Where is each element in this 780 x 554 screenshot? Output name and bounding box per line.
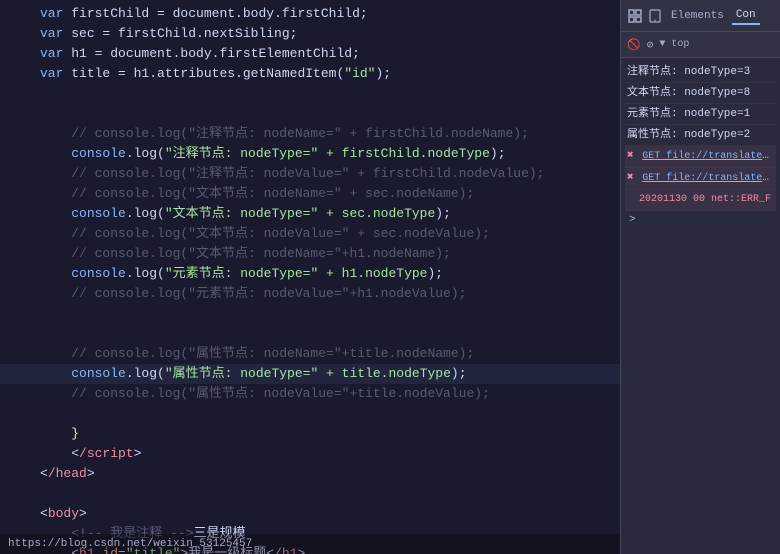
console-error-line-2: ✖ GET file://translate... [625,168,776,190]
line-content: <body> [40,504,612,524]
device-icon[interactable] [647,8,663,24]
line-content: // console.log("注释节点: nodeName=" + first… [40,124,612,144]
error-icon: ✖ [627,172,634,184]
line-content: // console.log("文本节点: nodeValue=" + sec.… [40,224,612,244]
prompt-symbol: > [629,214,636,226]
console-line: 注释节点: nodeType=3 [625,62,776,83]
line-content [40,104,612,124]
code-line: console.log("属性节点: nodeType=" + title.no… [0,364,620,384]
status-url: https://blog.csdn.net/weixin_53125457 [8,538,252,550]
console-prompt[interactable]: > [625,211,776,229]
code-line: console.log("注释节点: nodeType=" + firstChi… [0,144,620,164]
error-icon: ✖ [627,150,634,162]
line-content [40,304,612,324]
code-line [0,484,620,504]
code-line [0,324,620,344]
line-content: var h1 = document.body.firstElementChild… [40,44,612,64]
line-content: // console.log("元素节点: nodeValue="+h1.nod… [40,284,612,304]
console-error-line: ✖ GET file://translate... [625,146,776,168]
code-line: </script> [0,444,620,464]
line-content: // console.log("文本节点: nodeName="+h1.node… [40,244,612,264]
console-text: 元素节点: nodeType=1 [627,108,750,120]
code-line: var title = h1.attributes.getNamedItem("… [0,64,620,84]
line-content: var title = h1.attributes.getNamedItem("… [40,64,612,84]
tab-elements[interactable]: Elements [667,8,728,24]
code-line: </head> [0,464,620,484]
line-content: console.log("文本节点: nodeType=" + sec.node… [40,204,612,224]
tab-console[interactable]: Con [732,7,760,25]
line-content: </head> [40,464,612,484]
top-selector[interactable]: ▼ top [659,39,689,50]
line-content: // console.log("属性节点: nodeName="+title.n… [40,344,612,364]
code-line: } [0,424,620,444]
code-line: // console.log("属性节点: nodeValue="+title.… [0,384,620,404]
code-line: // console.log("文本节点: nodeName=" + sec.n… [0,184,620,204]
code-line: // console.log("属性节点: nodeName="+title.n… [0,344,620,364]
console-line: 文本节点: nodeType=8 [625,83,776,104]
clear-console-icon[interactable]: 🚫 [627,38,641,52]
line-content: var firstChild = document.body.firstChil… [40,4,612,24]
inspect-icon[interactable] [627,8,643,24]
code-line [0,84,620,104]
line-content [40,324,612,344]
devtools-panel: Elements Con 🚫 ⊘ ▼ top 注释节点: nodeType=3 … [620,0,780,554]
line-content [40,484,612,504]
code-line: var firstChild = document.body.firstChil… [0,4,620,24]
error-url-2: GET file://translate... [642,172,776,184]
line-content: console.log("注释节点: nodeType=" + firstChi… [40,144,612,164]
console-text: 属性节点: nodeType=2 [627,129,750,141]
console-text: 注释节点: nodeType=3 [627,66,750,78]
line-content: // console.log("文本节点: nodeName=" + sec.n… [40,184,612,204]
code-line: var h1 = document.body.firstElementChild… [0,44,620,64]
status-bar: https://blog.csdn.net/weixin_53125457 [0,534,620,554]
line-content [40,404,612,424]
code-line: // console.log("元素节点: nodeValue="+h1.nod… [0,284,620,304]
code-line: var sec = firstChild.nextSibling; [0,24,620,44]
console-error-sub: 20201130 00 net::ERR_F [625,190,776,211]
code-line: // console.log("文本节点: nodeValue=" + sec.… [0,224,620,244]
code-line [0,304,620,324]
code-line [0,104,620,124]
code-line: console.log("元素节点: nodeType=" + h1.nodeT… [0,264,620,284]
code-line: <body> [0,504,620,524]
console-line: 元素节点: nodeType=1 [625,104,776,125]
devtools-tabs: Elements Con [621,0,780,32]
line-content: var sec = firstChild.nextSibling; [40,24,612,44]
console-output[interactable]: 注释节点: nodeType=3 文本节点: nodeType=8 元素节点: … [621,58,780,554]
line-content: } [40,424,612,444]
line-content: // console.log("属性节点: nodeValue="+title.… [40,384,612,404]
line-content: console.log("属性节点: nodeType=" + title.no… [40,364,612,384]
console-toolbar: 🚫 ⊘ ▼ top [621,32,780,58]
line-content: console.log("元素节点: nodeType=" + h1.nodeT… [40,264,612,284]
line-content: </script> [40,444,612,464]
code-line: console.log("文本节点: nodeType=" + sec.node… [0,204,620,224]
console-line: 属性节点: nodeType=2 [625,125,776,146]
editor-panel: var firstChild = document.body.firstChil… [0,0,620,554]
code-line: // console.log("文本节点: nodeName="+h1.node… [0,244,620,264]
code-line: // console.log("注释节点: nodeValue=" + firs… [0,164,620,184]
error-url: GET file://translate... [642,150,776,162]
code-area: var firstChild = document.body.firstChil… [0,0,620,554]
console-text: 文本节点: nodeType=8 [627,87,750,99]
line-content [40,84,612,104]
code-line [0,404,620,424]
filter-icon[interactable]: ⊘ [647,38,654,52]
line-content: // console.log("注释节点: nodeValue=" + firs… [40,164,612,184]
code-line: // console.log("注释节点: nodeName=" + first… [0,124,620,144]
